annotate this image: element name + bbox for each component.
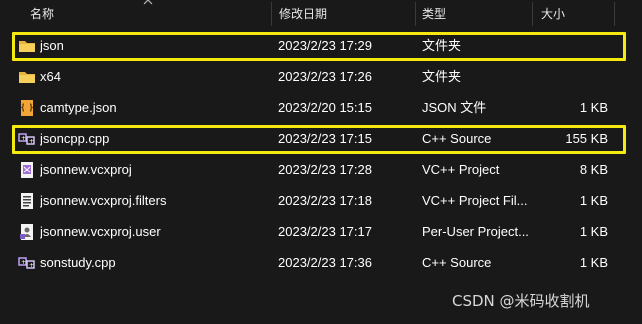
file-date: 2023/2/23 17:28: [278, 162, 372, 177]
json-file-icon: [18, 99, 36, 117]
column-divider[interactable]: [271, 2, 272, 26]
svg-text:+: +: [21, 259, 26, 266]
file-name: jsonnew.vcxproj.user: [40, 224, 161, 239]
filters-file-icon: [18, 192, 36, 210]
file-row[interactable]: x64 2023/2/23 17:26 文件夹: [10, 63, 630, 91]
file-date: 2023/2/23 17:36: [278, 255, 372, 270]
file-row[interactable]: jsonnew.vcxproj.filters 2023/2/23 17:18 VC…: [10, 187, 630, 215]
file-type: 文件夹: [422, 69, 462, 84]
file-size: 1 KB: [579, 224, 608, 239]
file-size: 8 KB: [579, 162, 608, 177]
file-size: [538, 63, 608, 91]
file-row[interactable]: jsonnew.vcxproj.user 2023/2/23 17:17 Per-U…: [10, 218, 630, 246]
file-row[interactable]: camtype.json 2023/2/20 15:15 JSON 文件 1 KB: [10, 94, 630, 122]
file-size: 1 KB: [579, 100, 608, 115]
file-name: x64: [40, 69, 61, 84]
sort-ascending-icon: [143, 0, 153, 5]
column-divider[interactable]: [614, 2, 615, 26]
file-type: VC++ Project: [422, 162, 500, 177]
cpp-file-icon: + +: [18, 254, 36, 272]
file-date: 2023/2/23 17:26: [278, 69, 372, 84]
file-row[interactable]: jsonnew.vcxproj 2023/2/23 17:28 VC++ Proje…: [10, 156, 630, 184]
file-name: sonstudy.cpp: [40, 255, 116, 270]
file-date: 2023/2/23 17:18: [278, 193, 372, 208]
file-type: C++ Source: [422, 255, 492, 270]
file-date: 2023/2/20 15:15: [278, 100, 372, 115]
file-explorer: 名称 修改日期 类型 大小 json 2023/2/23 17:29 文件夹 x64 2…: [0, 0, 642, 324]
watermark: CSDN @米码收割机: [452, 292, 590, 310]
column-header-size[interactable]: 大小: [541, 0, 565, 28]
column-header-name[interactable]: 名称: [30, 0, 54, 28]
file-date: 2023/2/23 17:17: [278, 224, 372, 239]
file-row[interactable]: + + sonstudy.cpp 2023/2/23 17:36 C++ Source 1…: [10, 249, 630, 277]
highlight-box: [12, 32, 626, 61]
user-file-icon: [18, 223, 36, 241]
svg-text:+: +: [29, 262, 34, 269]
folder-icon: [18, 68, 36, 86]
file-name: jsonnew.vcxproj.filters: [40, 193, 167, 208]
file-name: camtype.json: [40, 100, 117, 115]
file-type: VC++ Project Fil...: [422, 193, 528, 208]
column-header-date[interactable]: 修改日期: [279, 0, 327, 28]
file-size: 1 KB: [579, 193, 608, 208]
column-divider[interactable]: [415, 2, 416, 26]
vcxproj-file-icon: [18, 161, 36, 179]
file-type: JSON 文件: [422, 100, 487, 115]
file-size: 1 KB: [579, 255, 608, 270]
column-header: 名称 修改日期 类型 大小: [0, 0, 642, 28]
column-divider[interactable]: [532, 2, 533, 26]
highlight-box: [12, 125, 626, 154]
file-name: jsonnew.vcxproj: [40, 162, 132, 177]
file-type: Per-User Project...: [422, 224, 529, 239]
column-header-type[interactable]: 类型: [422, 0, 446, 28]
